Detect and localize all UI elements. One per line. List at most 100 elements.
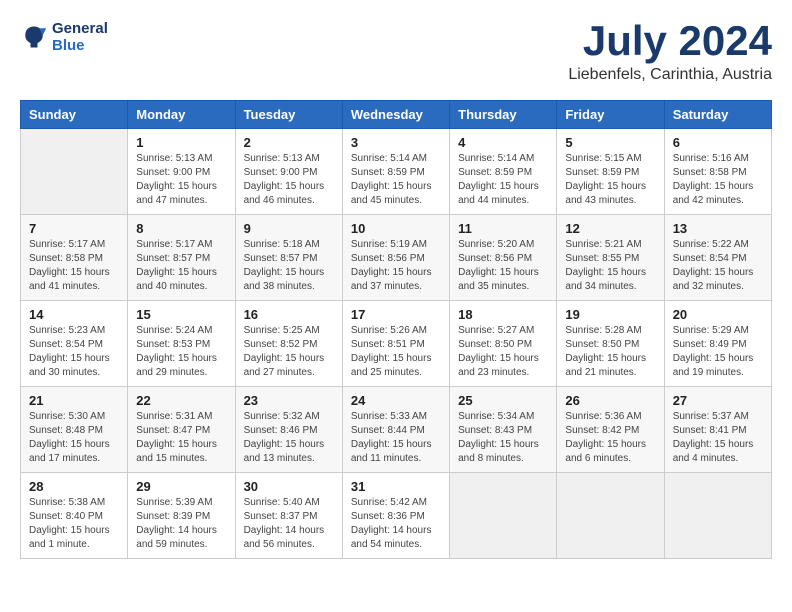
calendar-cell: 18 Sunrise: 5:27 AM Sunset: 8:50 PM Dayli… [450,301,557,387]
day-number: 8 [136,221,226,236]
calendar-cell: 4 Sunrise: 5:14 AM Sunset: 8:59 PM Daylig… [450,129,557,215]
day-number: 11 [458,221,548,236]
calendar-cell: 14 Sunrise: 5:23 AM Sunset: 8:54 PM Dayli… [21,301,128,387]
day-info: Sunrise: 5:19 AM Sunset: 8:56 PM Dayligh… [351,238,441,294]
day-number: 9 [244,221,334,236]
day-info: Sunrise: 5:27 AM Sunset: 8:50 PM Dayligh… [458,324,548,380]
calendar-cell: 3 Sunrise: 5:14 AM Sunset: 8:59 PM Daylig… [342,129,449,215]
calendar-cell: 21 Sunrise: 5:30 AM Sunset: 8:48 PM Dayli… [21,387,128,473]
calendar-cell [21,129,128,215]
calendar-cell: 6 Sunrise: 5:16 AM Sunset: 8:58 PM Daylig… [664,129,771,215]
calendar-cell [450,473,557,559]
calendar-week-row: 28 Sunrise: 5:38 AM Sunset: 8:40 PM Dayli… [21,473,772,559]
day-number: 12 [565,221,655,236]
day-number: 29 [136,479,226,494]
day-info: Sunrise: 5:30 AM Sunset: 8:48 PM Dayligh… [29,410,119,466]
calendar-cell: 20Sunrise: 5:29 AM Sunset: 8:49 PM Dayli… [664,301,771,387]
day-number: 13 [673,221,763,236]
calendar-cell: 1Sunrise: 5:13 AM Sunset: 9:00 PM Daylig… [128,129,235,215]
day-number: 2 [244,135,334,150]
day-info: Sunrise: 5:18 AM Sunset: 8:57 PM Dayligh… [244,238,334,294]
day-info: Sunrise: 5:25 AM Sunset: 8:52 PM Dayligh… [244,324,334,380]
day-number: 21 [29,393,119,408]
day-info: Sunrise: 5:37 AM Sunset: 8:41 PM Dayligh… [673,410,763,466]
calendar-cell [557,473,664,559]
day-info: Sunrise: 5:17 AM Sunset: 8:57 PM Dayligh… [136,238,226,294]
calendar-cell: 28 Sunrise: 5:38 AM Sunset: 8:40 PM Dayli… [21,473,128,559]
calendar-cell: 22Sunrise: 5:31 AM Sunset: 8:47 PM Dayli… [128,387,235,473]
day-number: 17 [351,307,441,322]
day-number: 28 [29,479,119,494]
day-number: 25 [458,393,548,408]
day-number: 24 [351,393,441,408]
calendar-week-row: 7 Sunrise: 5:17 AM Sunset: 8:58 PM Daylig… [21,215,772,301]
day-info: Sunrise: 5:42 AM Sunset: 8:36 PM Dayligh… [351,496,441,552]
calendar-cell: 25 Sunrise: 5:34 AM Sunset: 8:43 PM Dayli… [450,387,557,473]
day-number: 10 [351,221,441,236]
calendar-cell: 15 Sunrise: 5:24 AM Sunset: 8:53 PM Dayli… [128,301,235,387]
calendar-cell: 19 Sunrise: 5:28 AM Sunset: 8:50 PM Dayli… [557,301,664,387]
calendar-week-row: 14 Sunrise: 5:23 AM Sunset: 8:54 PM Dayli… [21,301,772,387]
day-number: 4 [458,135,548,150]
weekday-header: Friday [557,101,664,129]
calendar-week-row: 1 Sunrise: 5:13 AM Sunset: 9:00 PM Daylig… [21,129,772,215]
day-info: Sunrise: 5:21 AM Sunset: 8:55 PM Dayligh… [565,238,655,294]
calendar-cell [664,473,771,559]
weekday-header: Saturday [664,101,771,129]
day-number: 27 [673,393,763,408]
day-number: 3 [351,135,441,150]
day-info: Sunrise: 5:16 AM Sunset: 8:58 PM Dayligh… [673,152,763,208]
day-info: Sunrise: 5:38 AM Sunset: 8:40 PM Dayligh… [29,496,119,552]
day-number: 20 [673,307,763,322]
weekday-header: Sunday [21,101,128,129]
logo-icon [20,23,48,51]
calendar-cell: 7 Sunrise: 5:17 AM Sunset: 8:58 PM Daylig… [21,215,128,301]
day-info: Sunrise: 5:32 AM Sunset: 8:46 PM Dayligh… [244,410,334,466]
day-number: 30 [244,479,334,494]
day-number: 6 [673,135,763,150]
calendar-cell: 31Sunrise: 5:42 AM Sunset: 8:36 PM Dayli… [342,473,449,559]
day-info: Sunrise: 5:13 AM Sunset: 9:00 PM Dayligh… [244,152,334,208]
calendar-cell: 27 Sunrise: 5:37 AM Sunset: 8:41 PM Dayli… [664,387,771,473]
calendar-cell: 30 Sunrise: 5:40 AM Sunset: 8:37 PM Dayli… [235,473,342,559]
calendar-week-row: 21 Sunrise: 5:30 AM Sunset: 8:48 PM Dayli… [21,387,772,473]
day-number: 18 [458,307,548,322]
calendar-cell: 5Sunrise: 5:15 AM Sunset: 8:59 PM Daylig… [557,129,664,215]
day-number: 14 [29,307,119,322]
day-number: 22 [136,393,226,408]
calendar-cell: 13Sunrise: 5:22 AM Sunset: 8:54 PM Dayli… [664,215,771,301]
day-info: Sunrise: 5:40 AM Sunset: 8:37 PM Dayligh… [244,496,334,552]
calendar-cell: 9 Sunrise: 5:18 AM Sunset: 8:57 PM Daylig… [235,215,342,301]
calendar-cell: 2 Sunrise: 5:13 AM Sunset: 9:00 PM Daylig… [235,129,342,215]
day-info: Sunrise: 5:36 AM Sunset: 8:42 PM Dayligh… [565,410,655,466]
day-info: Sunrise: 5:23 AM Sunset: 8:54 PM Dayligh… [29,324,119,380]
day-number: 1 [136,135,226,150]
calendar-header-row: SundayMondayTuesdayWednesdayThursdayFrid… [21,101,772,129]
calendar-cell: 23Sunrise: 5:32 AM Sunset: 8:46 PM Dayli… [235,387,342,473]
day-info: Sunrise: 5:28 AM Sunset: 8:50 PM Dayligh… [565,324,655,380]
calendar-cell: 24 Sunrise: 5:33 AM Sunset: 8:44 PM Dayli… [342,387,449,473]
calendar-cell: 26 Sunrise: 5:36 AM Sunset: 8:42 PM Dayli… [557,387,664,473]
calendar-cell: 16 Sunrise: 5:25 AM Sunset: 8:52 PM Dayli… [235,301,342,387]
day-number: 15 [136,307,226,322]
day-info: Sunrise: 5:34 AM Sunset: 8:43 PM Dayligh… [458,410,548,466]
day-number: 7 [29,221,119,236]
calendar-cell: 8 Sunrise: 5:17 AM Sunset: 8:57 PM Daylig… [128,215,235,301]
logo-text: General Blue [52,20,108,54]
calendar-table: SundayMondayTuesdayWednesdayThursdayFrid… [20,100,772,559]
day-info: Sunrise: 5:33 AM Sunset: 8:44 PM Dayligh… [351,410,441,466]
day-info: Sunrise: 5:17 AM Sunset: 8:58 PM Dayligh… [29,238,119,294]
day-info: Sunrise: 5:24 AM Sunset: 8:53 PM Dayligh… [136,324,226,380]
day-info: Sunrise: 5:15 AM Sunset: 8:59 PM Dayligh… [565,152,655,208]
day-number: 26 [565,393,655,408]
weekday-header: Wednesday [342,101,449,129]
day-info: Sunrise: 5:39 AM Sunset: 8:39 PM Dayligh… [136,496,226,552]
title-block: July 2024 Liebenfels, Carinthia, Austria [568,20,772,84]
weekday-header: Tuesday [235,101,342,129]
calendar-cell: 11Sunrise: 5:20 AM Sunset: 8:56 PM Dayli… [450,215,557,301]
day-number: 16 [244,307,334,322]
day-info: Sunrise: 5:14 AM Sunset: 8:59 PM Dayligh… [351,152,441,208]
day-info: Sunrise: 5:14 AM Sunset: 8:59 PM Dayligh… [458,152,548,208]
day-info: Sunrise: 5:26 AM Sunset: 8:51 PM Dayligh… [351,324,441,380]
day-number: 19 [565,307,655,322]
